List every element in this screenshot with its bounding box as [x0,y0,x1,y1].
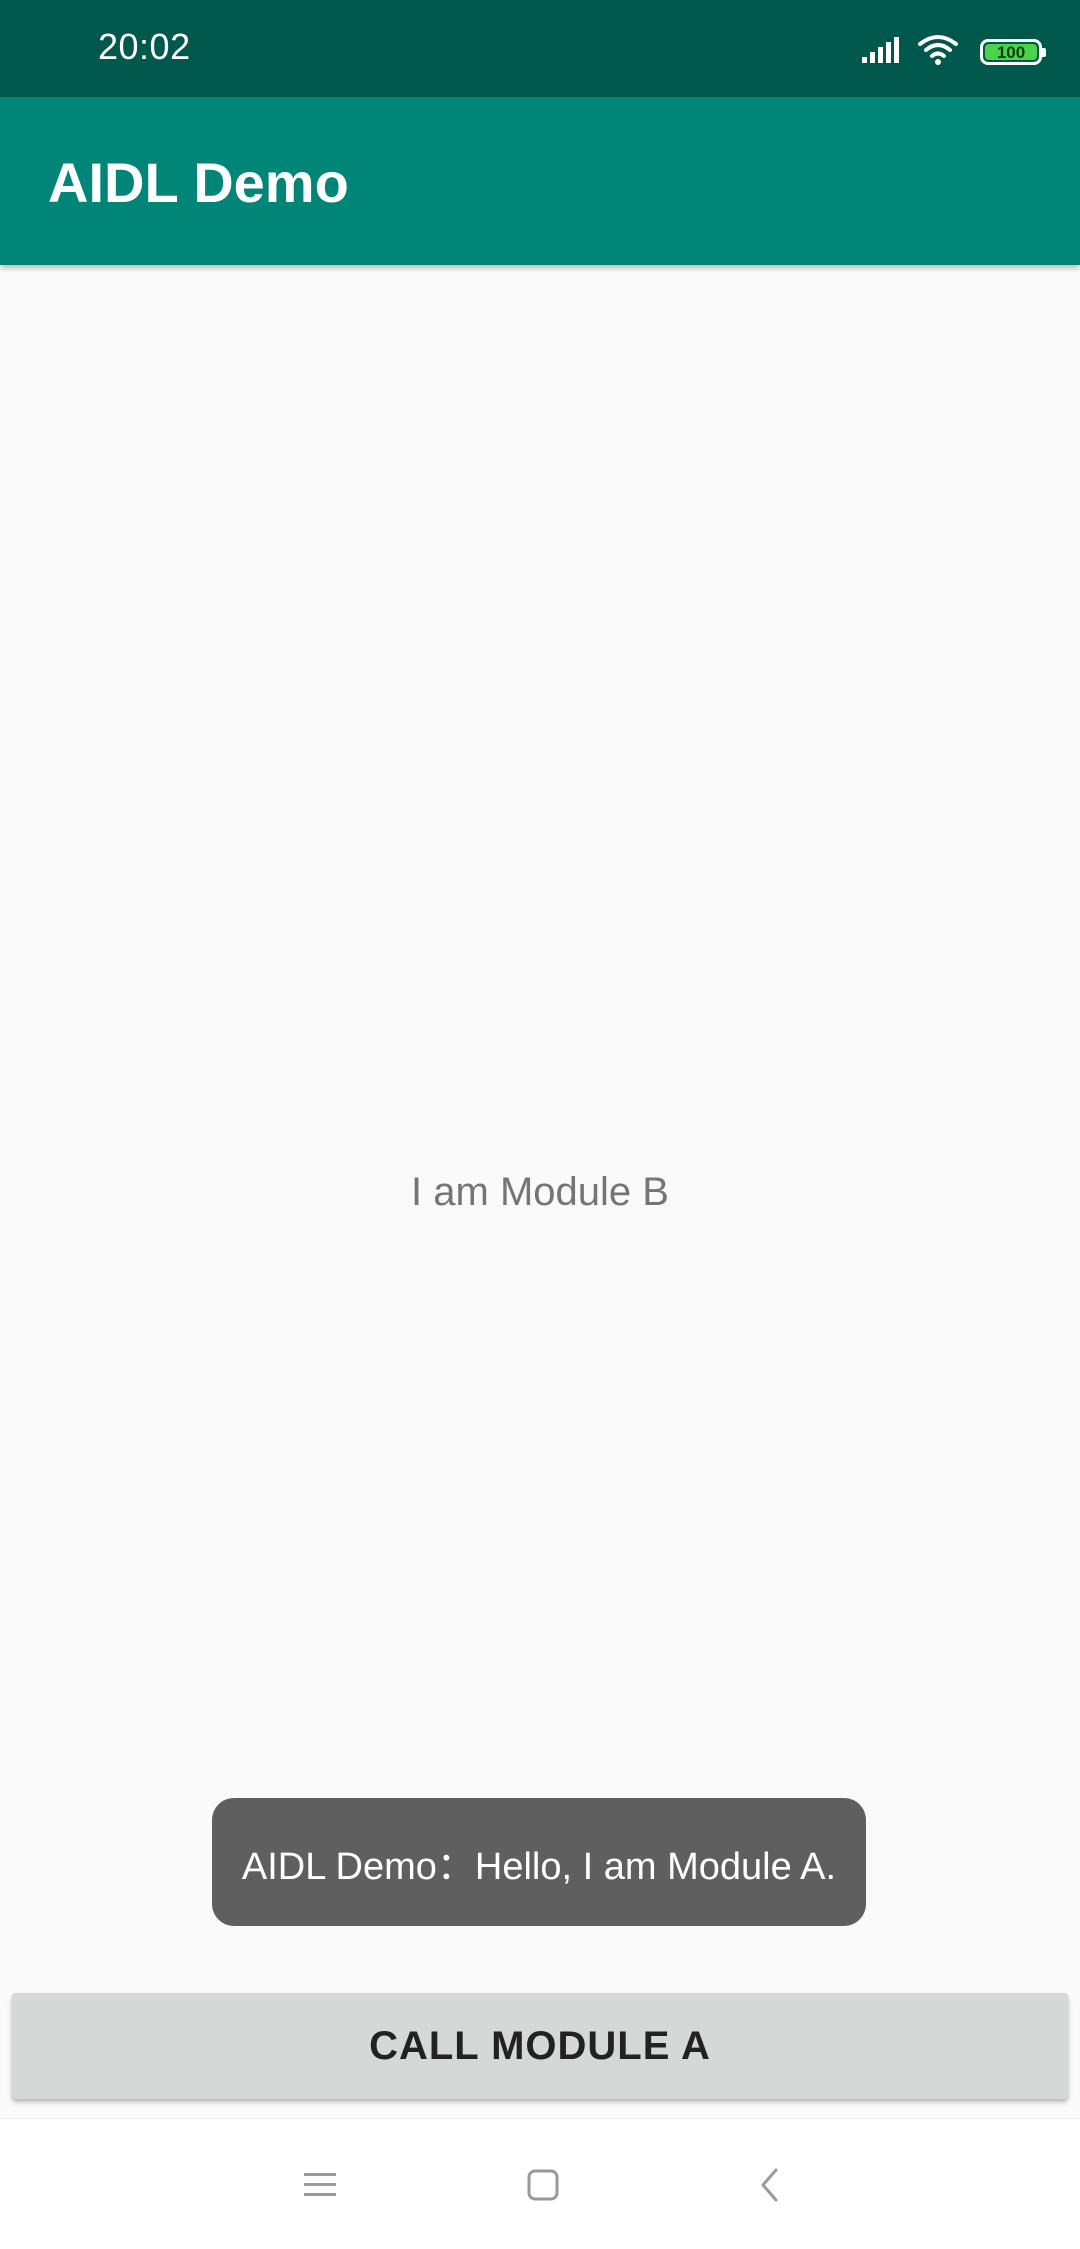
signal-icon [862,36,900,68]
module-message: I am Module B [411,1170,669,1214]
back-button[interactable] [740,2157,800,2217]
wifi-icon [918,34,958,71]
toast-message: AIDL Demo：Hello, I am Module A. [212,1798,866,1926]
app-title: AIDL Demo [48,151,349,214]
call-module-a-button[interactable]: CALL MODULE A [12,1993,1068,2099]
battery-icon: 100 [980,39,1046,65]
back-icon [758,2167,782,2208]
menu-icon [304,2172,336,2203]
app-bar: AIDL Demo [0,97,1080,265]
menu-button[interactable] [290,2157,350,2217]
nav-bar [0,2118,1080,2249]
home-button[interactable] [513,2157,573,2217]
battery-level: 100 [996,42,1026,62]
status-bar: 20:02 100 [0,0,1080,97]
home-icon [527,2169,559,2206]
status-time: 20:02 [98,26,191,67]
status-icons: 100 [862,32,1046,72]
